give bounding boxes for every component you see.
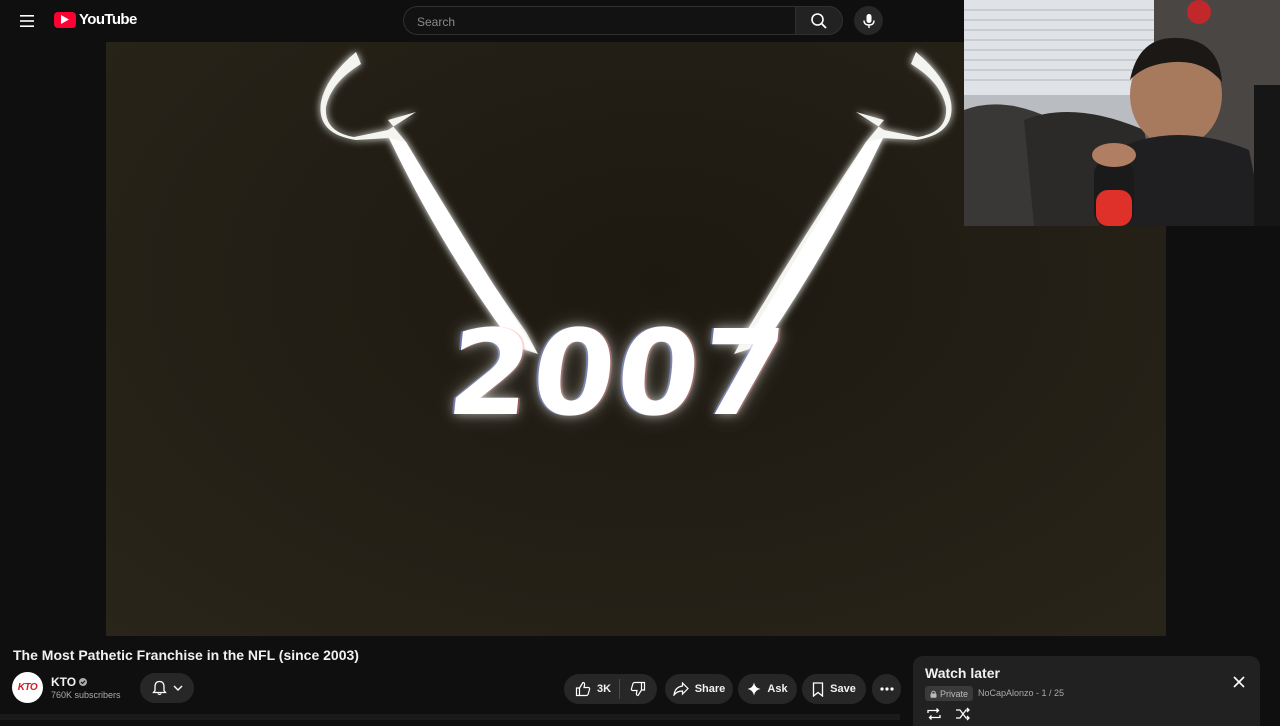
hamburger-menu-icon <box>20 15 34 27</box>
like-button[interactable]: 3K <box>575 679 621 699</box>
share-icon <box>672 682 689 696</box>
bell-icon <box>151 680 167 696</box>
like-count: 3K <box>596 683 612 695</box>
shuffle-playlist-button[interactable] <box>955 707 971 726</box>
sparkle-icon <box>747 682 761 696</box>
microphone-icon <box>862 13 875 28</box>
more-horizontal-icon <box>879 687 894 691</box>
year-text: 2007 <box>441 304 793 442</box>
dislike-button[interactable] <box>626 681 646 697</box>
search-button[interactable] <box>795 6 843 35</box>
subscription-notifications-button[interactable] <box>140 673 194 703</box>
menu-button[interactable] <box>14 8 40 34</box>
youtube-logo[interactable]: YouTube <box>54 11 137 28</box>
save-label: Save <box>830 683 856 695</box>
chevron-down-icon <box>173 685 182 691</box>
ask-label: Ask <box>767 683 788 695</box>
subscriber-count: 760K subscribers <box>51 690 121 700</box>
search-icon <box>811 12 827 29</box>
ask-button[interactable]: Ask <box>738 674 797 704</box>
webcam-overlay <box>964 0 1280 226</box>
playlist-meta: NoCapAlonzo - 1 / 25 <box>978 688 1065 698</box>
logo-text: YouTube <box>79 11 137 28</box>
shuffle-icon <box>956 707 970 721</box>
playlist-panel: Watch later Private NoCapAlonzo - 1 / 25 <box>913 656 1260 726</box>
close-icon <box>1233 676 1245 688</box>
search-input[interactable] <box>415 14 779 30</box>
search-box[interactable] <box>403 6 795 35</box>
verified-badge-icon <box>79 678 88 686</box>
video-title: The Most Pathetic Franchise in the NFL (… <box>13 647 359 663</box>
like-dislike-group: 3K <box>564 674 657 704</box>
save-button[interactable]: Save <box>802 674 866 704</box>
lock-icon <box>930 690 937 698</box>
description-box-edge <box>0 714 900 720</box>
privacy-label: Private <box>940 688 969 699</box>
loop-playlist-button[interactable] <box>926 707 942 726</box>
channel-avatar[interactable]: KTO <box>12 672 43 703</box>
playlist-title[interactable]: Watch later <box>925 665 1000 681</box>
webcam-feed-image <box>964 0 1280 226</box>
thumbs-up-icon <box>575 681 591 697</box>
privacy-badge: Private <box>925 686 974 701</box>
bookmark-icon <box>812 681 824 697</box>
channel-name-row[interactable]: KTO <box>51 675 88 689</box>
share-label: Share <box>694 683 726 695</box>
voice-search-button[interactable] <box>854 6 883 35</box>
play-logo-icon <box>54 11 76 28</box>
avatar-text: KTO <box>17 682 38 693</box>
close-playlist-button[interactable] <box>1231 674 1247 690</box>
channel-name[interactable]: KTO <box>51 675 76 689</box>
share-button[interactable]: Share <box>665 674 733 704</box>
loop-icon <box>927 708 941 720</box>
video-overlay-year: 2007 <box>106 304 1166 442</box>
thumbs-down-icon <box>630 681 646 697</box>
more-actions-button[interactable] <box>872 674 901 704</box>
